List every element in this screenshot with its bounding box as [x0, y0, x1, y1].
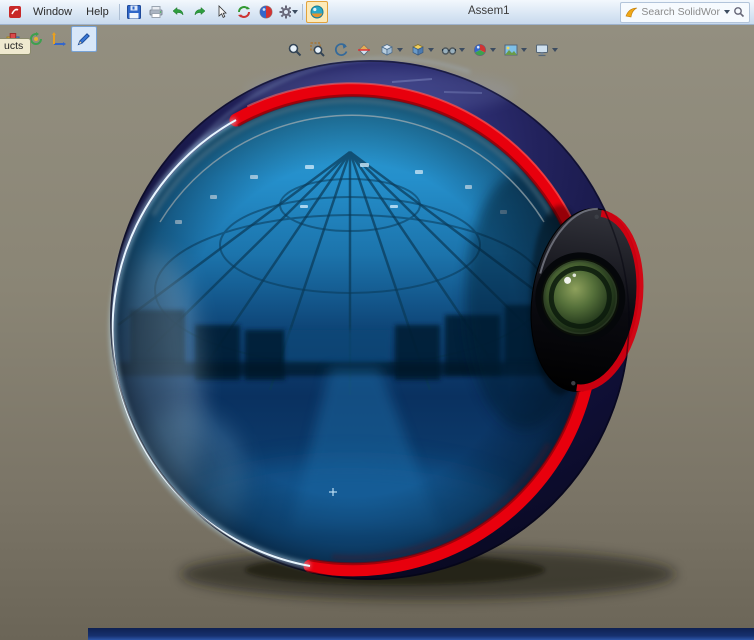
edit-scene-pencil-icon [77, 33, 90, 46]
display-style-icon [412, 44, 424, 56]
view-orientation-button[interactable] [376, 40, 406, 60]
section-view-button[interactable] [353, 40, 375, 60]
taskbar-strip [88, 628, 754, 640]
chevron-down-icon [291, 10, 298, 14]
view-settings-icon [536, 44, 548, 57]
view-settings-button[interactable] [531, 40, 561, 60]
previous-view-icon [334, 43, 348, 56]
search-icon [734, 7, 745, 18]
gear-icon [279, 5, 291, 19]
menu-window[interactable]: Window [26, 4, 79, 20]
hide-show-glasses-icon [441, 47, 457, 55]
chevron-down-icon [397, 48, 403, 52]
undo-icon [172, 6, 184, 16]
hide-show-items-button[interactable] [438, 40, 468, 60]
save-button[interactable] [123, 1, 145, 23]
zoom-to-area-icon [310, 42, 325, 57]
redo-button[interactable] [189, 1, 211, 23]
display-style-button[interactable] [407, 40, 437, 60]
edit-color-button[interactable] [255, 1, 277, 23]
section-view-icon [358, 44, 370, 56]
title-menu-bar: Window Help Assem1 Search SolidWor [0, 0, 754, 25]
headsup-view-toolbar [284, 40, 561, 60]
chevron-down-icon [490, 48, 496, 52]
search-box[interactable]: Search SolidWor [620, 1, 750, 23]
save-icon [126, 5, 141, 19]
chevron-down-icon [459, 48, 465, 52]
app-icon [4, 1, 26, 23]
edit-color-icon [259, 5, 273, 19]
print-button[interactable] [145, 1, 167, 23]
toolbar-separator [118, 4, 120, 20]
chevron-down-icon [428, 48, 434, 52]
sidebar-tab[interactable]: ucts [0, 38, 32, 55]
search-input[interactable]: Search SolidWor [641, 6, 720, 18]
redo-icon [194, 6, 206, 16]
select-button[interactable] [211, 1, 233, 23]
solidworks-logo-icon [626, 7, 638, 17]
apply-scene-button[interactable] [500, 40, 530, 60]
toolbar-separator [301, 4, 303, 20]
edit-appearance-ball-icon [474, 44, 486, 56]
chevron-down-icon [724, 10, 730, 14]
menu-help[interactable]: Help [79, 4, 116, 20]
zoom-to-area-button[interactable] [307, 40, 329, 60]
instant3d-button[interactable] [48, 29, 69, 50]
print-icon [149, 6, 163, 18]
document-title: Assem1 [468, 5, 510, 17]
zoom-to-fit-icon [288, 43, 302, 57]
viewport-3d-scene[interactable] [0, 0, 754, 640]
previous-view-button[interactable] [330, 40, 352, 60]
chevron-down-icon [552, 48, 558, 52]
rebuild-button[interactable] [233, 1, 255, 23]
options-button[interactable] [277, 1, 299, 23]
undo-button[interactable] [167, 1, 189, 23]
apply-scene-icon [504, 44, 518, 56]
solidworks-window: Window Help Assem1 Search SolidWor ucts [0, 0, 754, 640]
view-orientation-cube-icon [381, 44, 393, 56]
zoom-to-fit-button[interactable] [284, 40, 306, 60]
edit-scene-button[interactable] [71, 26, 97, 52]
edit-appearance-button[interactable] [469, 40, 499, 60]
instant3d-icon [51, 32, 66, 46]
rebuild-icon [237, 6, 250, 18]
chevron-down-icon [521, 48, 527, 52]
select-cursor-icon [218, 5, 227, 18]
photoview-preview-button[interactable] [305, 1, 328, 23]
sidebar-tab-label: ucts [4, 40, 24, 52]
photoview-preview-icon [310, 5, 324, 19]
